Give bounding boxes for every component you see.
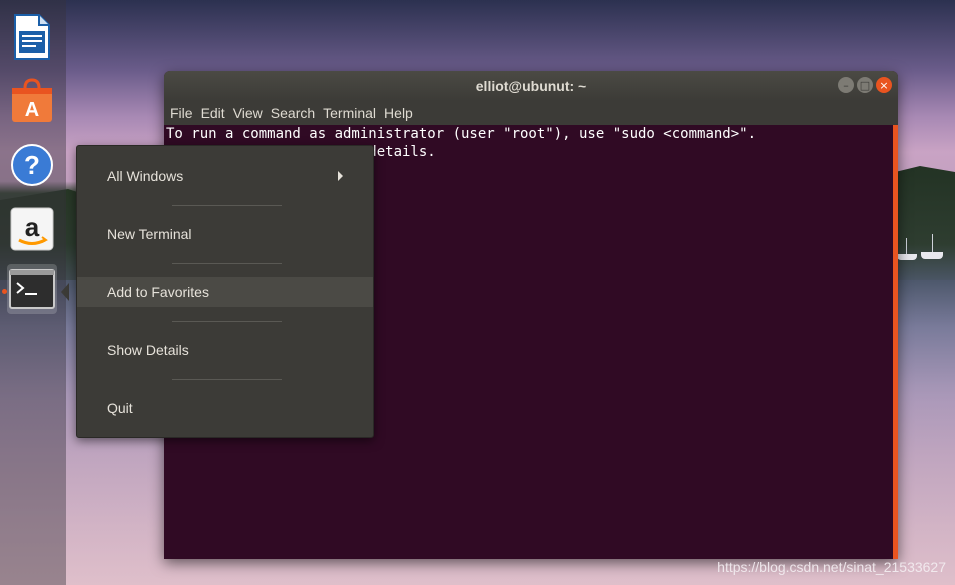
- window-controls: – □ ×: [838, 77, 892, 93]
- ubuntu-software-icon: A: [12, 78, 52, 122]
- menu-file[interactable]: File: [166, 105, 197, 121]
- menu-item-add-to-favorites[interactable]: Add to Favorites: [77, 277, 373, 307]
- scrollbar[interactable]: [893, 125, 898, 559]
- menu-separator: [172, 263, 282, 264]
- running-indicator: [2, 289, 7, 294]
- menu-separator: [172, 205, 282, 206]
- close-icon: ×: [879, 78, 889, 92]
- menu-item-label: All Windows: [107, 168, 184, 184]
- menu-terminal[interactable]: Terminal: [319, 105, 380, 121]
- launcher-item-software[interactable]: A: [7, 76, 57, 126]
- active-indicator: [61, 283, 69, 301]
- svg-text:a: a: [25, 212, 40, 242]
- menu-item-all-windows[interactable]: All Windows: [77, 161, 373, 191]
- launcher-context-menu: All Windows New Terminal Add to Favorite…: [76, 145, 374, 438]
- terminal-icon: [9, 269, 55, 309]
- menu-item-label: Show Details: [107, 342, 189, 358]
- svg-text:A: A: [25, 99, 39, 121]
- menu-item-quit[interactable]: Quit: [77, 393, 373, 423]
- close-button[interactable]: ×: [876, 77, 892, 93]
- launcher-item-help[interactable]: ?: [7, 140, 57, 190]
- menu-item-label: Add to Favorites: [107, 284, 209, 300]
- amazon-icon: a: [10, 207, 54, 251]
- menu-separator: [172, 379, 282, 380]
- maximize-icon: □: [859, 78, 871, 92]
- menu-separator: [172, 321, 282, 322]
- menu-view[interactable]: View: [229, 105, 267, 121]
- submenu-arrow-icon: [338, 171, 343, 181]
- help-icon: ?: [11, 144, 53, 186]
- menu-item-new-terminal[interactable]: New Terminal: [77, 219, 373, 249]
- launcher-dock: A ? a: [0, 0, 69, 585]
- window-title: elliot@ubunut: ~: [475, 78, 587, 94]
- svg-text:?: ?: [24, 150, 40, 180]
- minimize-button[interactable]: –: [838, 77, 854, 93]
- maximize-button[interactable]: □: [857, 77, 873, 93]
- launcher-item-writer[interactable]: [7, 12, 57, 62]
- watermark: https://blog.csdn.net/sinat_21533627: [717, 559, 946, 575]
- libreoffice-writer-icon: [14, 14, 50, 60]
- wallpaper-boats: [895, 234, 947, 264]
- menubar: File Edit View Search Terminal Help: [164, 101, 898, 125]
- window-titlebar[interactable]: elliot@ubunut: ~ – □ ×: [164, 71, 898, 101]
- launcher-item-amazon[interactable]: a: [7, 204, 57, 254]
- launcher-item-terminal[interactable]: [7, 264, 57, 314]
- menu-item-label: Quit: [107, 400, 133, 416]
- minimize-icon: –: [843, 78, 849, 92]
- menu-search[interactable]: Search: [267, 105, 319, 121]
- terminal-line: To run a command as administrator (user …: [166, 126, 757, 142]
- menu-edit[interactable]: Edit: [197, 105, 229, 121]
- menu-item-show-details[interactable]: Show Details: [77, 335, 373, 365]
- menu-help[interactable]: Help: [380, 105, 417, 121]
- menu-item-label: New Terminal: [107, 226, 192, 242]
